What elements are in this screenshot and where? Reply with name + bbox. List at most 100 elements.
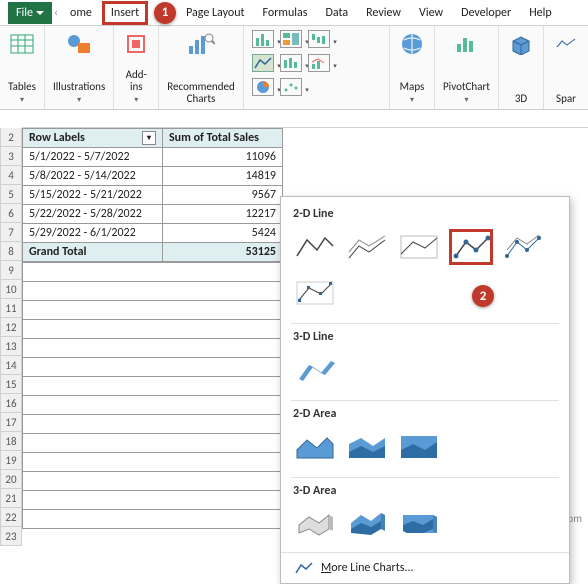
empty-row[interactable] [23,320,283,339]
globe-icon [398,30,426,58]
filter-dropdown-icon[interactable]: ▾ [142,131,156,145]
pivot-header-sum: Sum of Total Sales [163,129,283,148]
row-header[interactable]: 19 [0,451,22,470]
statistic-chart-button[interactable]: ▾ [280,54,302,72]
row-header[interactable]: 9 [0,261,22,280]
table-row[interactable]: 5/15/2022 - 5/21/20229567 [23,186,283,205]
empty-row[interactable] [23,510,283,529]
tab-file[interactable]: File [8,2,52,24]
scroll-left-icon[interactable]: ‹ [54,6,60,20]
row-header[interactable]: 20 [0,470,22,489]
chart-3d-stacked-area[interactable] [345,506,389,542]
group-maps[interactable]: Maps ▾ [390,26,435,109]
pivot-header-rowlabels[interactable]: Row Labels ▾ [23,129,163,148]
hierarchy-chart-button[interactable]: ▾ [280,30,302,48]
pie-chart-button[interactable]: ▾ [252,78,274,96]
group-sparklines[interactable]: Spar [544,26,588,109]
chart-3d-area[interactable] [293,506,337,542]
group-recommended-charts[interactable]: Recommended Charts [159,26,243,109]
row-header[interactable]: 6 [0,204,22,223]
group-addins[interactable]: Add- ins ▾ [114,26,159,109]
chart-100-stacked-line-markers[interactable] [293,275,337,311]
chart-line-markers[interactable] [449,229,493,265]
chart-area[interactable] [293,429,337,465]
table-row[interactable]: 5/8/2022 - 5/14/202214819 [23,167,283,186]
chart-line[interactable] [293,229,337,265]
tab-review[interactable]: Review [358,2,409,24]
tab-view[interactable]: View [411,2,451,24]
empty-row[interactable] [23,358,283,377]
row-header[interactable]: 17 [0,413,22,432]
chart-100-stacked-line[interactable] [397,229,441,265]
group-illustrations[interactable]: Illustrations ▾ [45,26,114,109]
empty-row[interactable] [23,472,283,491]
empty-row[interactable] [23,396,283,415]
column-chart-button[interactable]: ▾ [252,30,274,48]
tab-help[interactable]: Help [521,2,560,24]
row-header[interactable]: 21 [0,489,22,508]
shapes-icon [65,30,93,58]
waterfall-chart-button[interactable]: ▾ [308,30,330,48]
row-header[interactable]: 23 [0,527,22,546]
empty-row[interactable] [23,263,283,282]
tab-page-layout[interactable]: Page Layout [178,2,252,24]
row-header[interactable]: 13 [0,337,22,356]
chart-3d-line[interactable] [293,352,337,388]
chevron-down-icon: ▾ [77,95,81,105]
gallery-heading-2d-line: 2-D Line [281,203,569,225]
empty-row[interactable] [23,434,283,453]
row-header[interactable]: 15 [0,375,22,394]
row-header[interactable]: 22 [0,508,22,527]
table-row[interactable]: 5/29/2022 - 6/1/20225424 [23,224,283,243]
row-header[interactable]: 7 [0,223,22,242]
callout-1: 1 [154,2,176,24]
chart-stacked-line-markers[interactable] [501,229,545,265]
row-header[interactable]: 12 [0,318,22,337]
table-icon [8,30,36,58]
row-header[interactable]: 11 [0,299,22,318]
group-3d[interactable]: 3D [499,26,544,109]
gallery-heading-3d-line: 3-D Line [281,326,569,348]
row-header[interactable]: 8 [0,242,22,261]
more-line-charts[interactable]: More Line Charts... [281,552,569,583]
chart-100-stacked-area[interactable] [397,429,441,465]
row-header[interactable]: 3 [0,147,22,166]
row-header[interactable]: 14 [0,356,22,375]
table-row[interactable]: 5/1/2022 - 5/7/202211096 [23,148,283,167]
row-header[interactable]: 2 [0,128,22,147]
empty-row[interactable] [23,301,283,320]
empty-row[interactable] [23,415,283,434]
row-header[interactable]: 10 [0,280,22,299]
tab-formulas[interactable]: Formulas [255,2,316,24]
tab-insert[interactable]: Insert [102,1,148,25]
table-row[interactable]: 5/22/2022 - 5/28/202212217 [23,205,283,224]
tab-home[interactable]: ome [62,2,100,24]
3d-icon [507,30,535,58]
pivot-table[interactable]: Row Labels ▾ Sum of Total Sales 5/1/2022… [22,128,283,262]
group-tables[interactable]: Tables ▾ [0,26,45,109]
addins-icon [122,30,150,58]
line-chart-button[interactable]: ▾ [252,54,274,72]
empty-row[interactable] [23,453,283,472]
empty-row[interactable] [23,377,283,396]
worksheet: 234567891011121314151617181920212223 Row… [0,110,588,529]
chevron-down-icon: ▾ [410,95,414,105]
chart-stacked-area[interactable] [345,429,389,465]
empty-row[interactable] [23,339,283,358]
chart-3d-100-stacked-area[interactable] [397,506,441,542]
chart-stacked-line[interactable] [345,229,389,265]
recommended-chart-icon [187,30,215,58]
row-header[interactable]: 16 [0,394,22,413]
empty-row[interactable] [23,282,283,301]
tab-developer[interactable]: Developer [453,2,519,24]
row-header[interactable]: 4 [0,166,22,185]
empty-row[interactable] [23,491,283,510]
tab-data[interactable]: Data [317,2,356,24]
row-header[interactable]: 18 [0,432,22,451]
row-header[interactable]: 5 [0,185,22,204]
combo-chart-button[interactable]: ▾ [308,54,330,72]
group-charts: ▾ ▾ ▾ ▾ ▾ ▾ ▾ ▾ [244,26,390,109]
scatter-chart-button[interactable]: ▾ [280,78,302,96]
group-pivotchart[interactable]: PivotChart ▾ [435,26,499,109]
line-chart-gallery: 2-D Line 3-D Line 2-D Area 3-D Area [280,196,570,584]
